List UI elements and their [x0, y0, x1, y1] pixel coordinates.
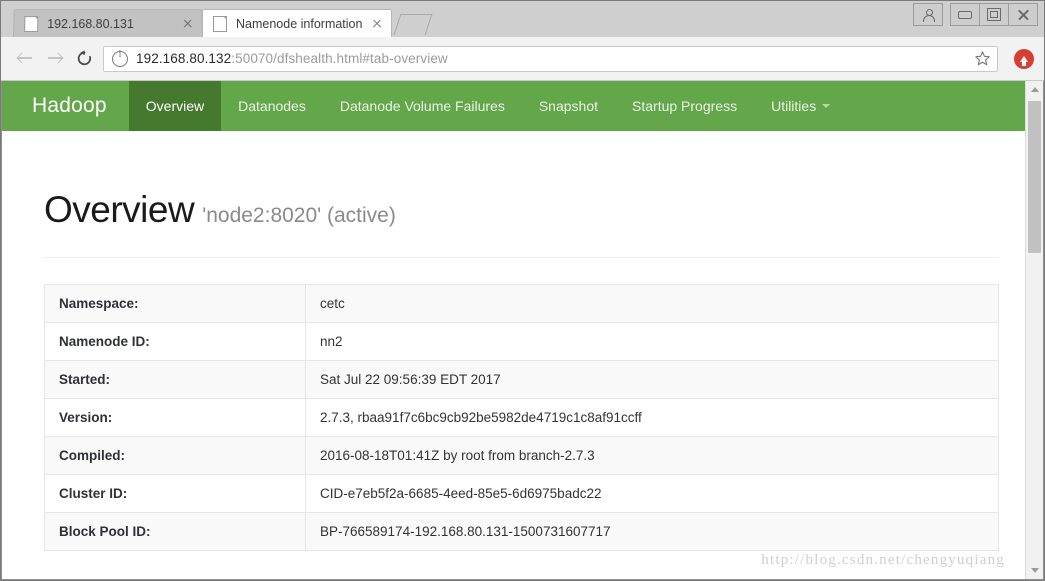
table-row: Started: Sat Jul 22 09:56:39 EDT 2017 [44, 360, 999, 399]
table-row: Block Pool ID: BP-766589174-192.168.80.1… [44, 512, 999, 551]
browser-tab-1[interactable]: 192.168.80.131 [13, 9, 203, 38]
forward-arrow-icon[interactable] [39, 44, 69, 74]
profile-icon[interactable] [913, 3, 943, 26]
table-row: Version: 2.7.3, rbaa91f7c6bc9cb92be5982d… [44, 398, 999, 437]
reload-icon[interactable] [69, 44, 99, 74]
nav-item-datanode-volume-failures[interactable]: Datanode Volume Failures [323, 81, 522, 131]
update-arrow-icon[interactable] [1014, 48, 1034, 69]
info-circle-icon[interactable] [112, 49, 128, 67]
row-label: Version: [44, 398, 306, 437]
back-arrow-icon[interactable] [9, 44, 39, 74]
page-content: Overview 'node2:8020' (active) Namespace:… [2, 131, 1025, 551]
row-value: nn2 [305, 322, 999, 361]
row-label: Namespace: [44, 284, 306, 323]
scroll-down-icon[interactable] [1026, 562, 1043, 579]
page-icon [24, 15, 39, 32]
url-host: 192.168.80.132 [136, 51, 232, 66]
nav-label: Datanode Volume Failures [339, 98, 505, 114]
row-label: Cluster ID: [44, 474, 306, 513]
browser-window: 192.168.80.131 Namenode information i 19… [0, 0, 1045, 581]
nav-item-datanodes[interactable]: Datanodes [221, 81, 323, 131]
browser-tab-2[interactable]: Namenode information [202, 9, 392, 37]
nav-label: Utilities [771, 98, 817, 114]
nav-label: Overview [145, 98, 205, 114]
page-title-text: Overview [44, 189, 195, 230]
table-row: Namespace: cetc [44, 284, 999, 323]
close-icon[interactable] [180, 16, 196, 32]
nav-item-snapshot[interactable]: Snapshot [522, 81, 615, 131]
page-title: Overview 'node2:8020' (active) [44, 131, 999, 231]
hadoop-navbar: Hadoop Overview Datanodes Datanode Volum… [2, 81, 1025, 131]
nav-label: Snapshot [538, 98, 599, 114]
row-value: cetc [305, 284, 999, 323]
nav-label: Datanodes [238, 98, 306, 114]
divider [44, 257, 999, 258]
nav-label: Startup Progress [632, 98, 738, 114]
browser-toolbar: 192.168.80.132:50070/dfshealth.html#tab-… [1, 37, 1044, 81]
row-value: BP-766589174-192.168.80.131-150073160771… [305, 512, 999, 551]
watermark: http://blog.csdn.net/chengyuqiang [761, 552, 1005, 568]
star-icon[interactable] [974, 50, 991, 67]
row-value: Sat Jul 22 09:56:39 EDT 2017 [305, 360, 999, 399]
chevron-down-icon [822, 104, 831, 108]
row-value: CID-e7eb5f2a-6685-4eed-85e5-6d6975badc22 [305, 474, 999, 513]
nav-item-utilities[interactable]: Utilities [754, 81, 847, 131]
overview-table: Namespace: cetc Namenode ID: nn2 Started… [44, 284, 999, 551]
tab-title: Namenode information [236, 16, 363, 31]
page-subtitle: 'node2:8020' (active) [202, 204, 396, 227]
row-label: Compiled: [44, 436, 306, 475]
window-controls [913, 3, 1038, 26]
nav-item-startup-progress[interactable]: Startup Progress [615, 81, 754, 131]
web-page: Hadoop Overview Datanodes Datanode Volum… [2, 81, 1025, 579]
row-label: Block Pool ID: [44, 512, 306, 551]
browser-viewport: Hadoop Overview Datanodes Datanode Volum… [1, 81, 1044, 580]
row-value: 2.7.3, rbaa91f7c6bc9cb92be5982de4719c1c8… [305, 398, 999, 437]
nav-item-overview[interactable]: Overview [128, 81, 222, 131]
tab-title: 192.168.80.131 [47, 16, 134, 31]
row-label: Started: [44, 360, 306, 399]
scroll-up-icon[interactable] [1026, 81, 1043, 98]
maximize-icon[interactable] [979, 3, 1009, 26]
url-path: :50070/dfshealth.html#tab-overview [231, 51, 448, 66]
new-tab-icon[interactable] [393, 14, 433, 35]
close-icon[interactable] [369, 16, 385, 32]
scrollbar-thumb[interactable] [1028, 101, 1041, 253]
table-row: Namenode ID: nn2 [44, 322, 999, 361]
table-row: Compiled: 2016-08-18T01:41Z by root from… [44, 436, 999, 475]
minimize-icon[interactable] [950, 3, 980, 26]
table-row: Cluster ID: CID-e7eb5f2a-6685-4eed-85e5-… [44, 474, 999, 513]
vertical-scrollbar[interactable] [1025, 81, 1043, 579]
row-value: 2016-08-18T01:41Z by root from branch-2.… [305, 436, 999, 475]
url-text: 192.168.80.132:50070/dfshealth.html#tab-… [136, 51, 970, 66]
page-icon [213, 15, 227, 32]
hadoop-brand[interactable]: Hadoop [2, 81, 129, 131]
address-bar[interactable]: 192.168.80.132:50070/dfshealth.html#tab-… [103, 45, 998, 72]
close-icon[interactable] [1008, 3, 1038, 26]
tab-strip: 192.168.80.131 Namenode information [1, 1, 1044, 38]
row-label: Namenode ID: [44, 322, 306, 361]
